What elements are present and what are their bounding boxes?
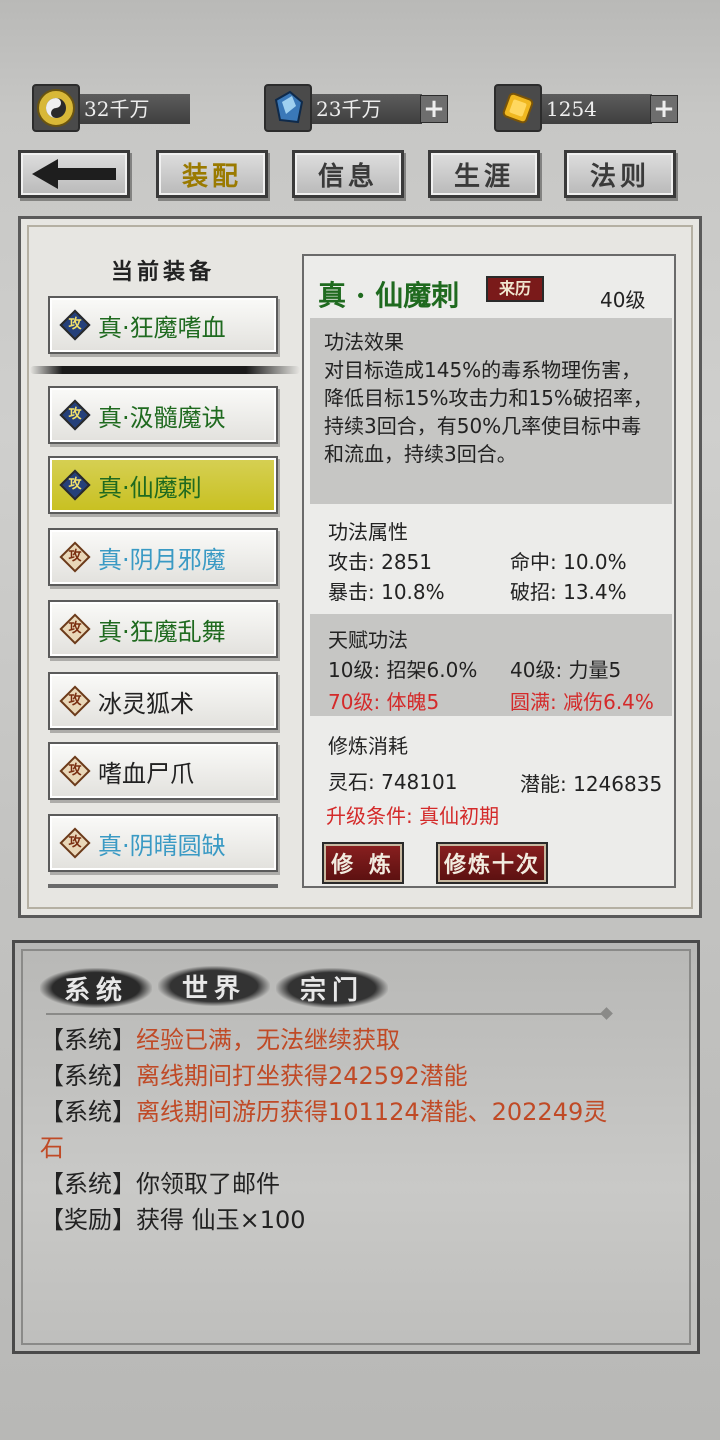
equip-list-title: 当前装备 <box>110 259 215 285</box>
add-gold-button[interactable]: + <box>650 95 678 123</box>
tab-equip[interactable]: 装配 <box>156 150 268 198</box>
attack-badge-icon: 攻 <box>59 541 91 573</box>
chat-tag: 【系统】 <box>40 1026 136 1054</box>
tab-career[interactable]: 生涯 <box>428 150 540 198</box>
equip-item[interactable]: 攻嗜血尸爪 <box>48 742 278 800</box>
chat-message: 【系统】经验已满，无法继续获取 <box>40 1020 400 1055</box>
chat-text: 你领取了邮件 <box>136 1170 280 1198</box>
talent-40: 40级: 力量5 <box>510 658 622 682</box>
currency-value-crystal: 23千万 <box>308 94 422 124</box>
skill-detail: 真 · 仙魔刺 来历 40级 功法效果 对目标造成145%的毒系物理伤害， 降低… <box>302 254 676 888</box>
chat-tag: 【系统】 <box>40 1062 136 1090</box>
chat-tab-sect[interactable]: 宗门 <box>276 968 388 1008</box>
cost-spirit-stone: 灵石: 748101 <box>328 770 458 794</box>
attack-badge-icon: 攻 <box>59 755 91 787</box>
equip-item-label: 真·仙魔刺 <box>98 473 202 502</box>
currency-bar: 32千万 23千万 + 1254 + <box>0 80 720 136</box>
equip-item[interactable]: 攻真·阴月邪魔 <box>48 528 278 586</box>
bagua-icon <box>32 84 80 132</box>
add-crystal-button[interactable]: + <box>420 95 448 123</box>
chat-message: 【系统】离线期间打坐获得242592潜能 <box>40 1056 468 1091</box>
chat-tab-system[interactable]: 系统 <box>40 968 152 1008</box>
effect-line-2: 降低目标15%攻击力和15%破招率， <box>324 386 653 410</box>
crystal-icon <box>264 84 312 132</box>
equip-item-label: 真·狂魔乱舞 <box>98 617 226 646</box>
attack-badge-icon: 攻 <box>59 827 91 859</box>
chat-tag: 【奖励】 <box>40 1206 136 1234</box>
currency-value-gold: 1254 <box>538 94 652 124</box>
talent-title: 天赋功法 <box>328 628 408 652</box>
equip-item-label: 真·阴晴圆缺 <box>98 831 226 860</box>
attack-badge-icon: 攻 <box>59 309 91 341</box>
attr-attack: 攻击: 2851 <box>328 550 432 574</box>
origin-button[interactable]: 来历 <box>486 276 544 302</box>
equip-item-label: 冰灵狐术 <box>98 689 194 718</box>
equip-item-label: 嗜血尸爪 <box>98 759 194 788</box>
equip-item[interactable]: 攻真·狂魔乱舞 <box>48 600 278 658</box>
chat-text: 获得 仙玉×100 <box>136 1206 306 1234</box>
effect-title: 功法效果 <box>324 330 404 354</box>
chat-tab-world[interactable]: 世界 <box>158 966 270 1006</box>
skill-name: 真 · 仙魔刺 <box>318 279 460 312</box>
attr-crit: 暴击: 10.8% <box>328 580 445 604</box>
train-button[interactable]: 修 炼 <box>322 842 404 884</box>
chat-message: 【奖励】获得 仙玉×100 <box>40 1200 306 1235</box>
effect-line-1: 对目标造成145%的毒系物理伤害， <box>324 358 642 382</box>
equip-item[interactable]: 攻真·仙魔刺 <box>48 456 278 514</box>
chat-message: 【系统】你领取了邮件 <box>40 1164 280 1199</box>
chat-text: 离线期间游历获得101124潜能、202249灵 <box>136 1098 608 1126</box>
talent-full: 圆满: 减伤6.4% <box>510 690 654 714</box>
back-arrow-icon <box>32 159 116 189</box>
talent-10: 10级: 招架6.0% <box>328 658 478 682</box>
currency-value-bagua: 32千万 <box>76 94 190 124</box>
equip-item[interactable]: 攻冰灵狐术 <box>48 672 278 730</box>
equip-item[interactable]: 攻真·汲髓魔诀 <box>48 386 278 444</box>
back-button[interactable] <box>18 150 130 198</box>
attr-hit: 命中: 10.0% <box>510 550 627 574</box>
attack-badge-icon: 攻 <box>59 399 91 431</box>
equip-item-label: 真·狂魔嗜血 <box>98 313 226 342</box>
skill-level: 40级 <box>600 288 646 312</box>
cost-title: 修炼消耗 <box>328 734 408 758</box>
attack-badge-icon: 攻 <box>59 469 91 501</box>
list-bottom-edge <box>48 884 278 888</box>
chat-message: 【系统】离线期间游历获得101124潜能、202249灵 <box>40 1092 607 1127</box>
attr-title: 功法属性 <box>328 520 408 544</box>
attr-break: 破招: 13.4% <box>510 580 627 604</box>
equip-item-label: 真·阴月邪魔 <box>98 545 226 574</box>
effect-line-3: 持续3回合，有50%几率使目标中毒 <box>324 414 642 438</box>
chat-text: 经验已满，无法继续获取 <box>136 1026 400 1054</box>
equip-item-label: 真·汲髓魔诀 <box>98 403 226 432</box>
train-ten-button[interactable]: 修炼十次 <box>436 842 548 884</box>
effect-line-4: 和流血，持续3回合。 <box>324 442 517 466</box>
equip-item[interactable]: 攻真·狂魔嗜血 <box>48 296 278 354</box>
attack-badge-icon: 攻 <box>59 613 91 645</box>
chat-tag: 【系统】 <box>40 1098 136 1126</box>
tab-info[interactable]: 信息 <box>292 150 404 198</box>
chat-text: 离线期间打坐获得242592潜能 <box>136 1062 468 1090</box>
chat-divider <box>46 1013 606 1015</box>
chat-inner-frame <box>21 949 691 1345</box>
equip-item[interactable]: 攻真·阴晴圆缺 <box>48 814 278 872</box>
upgrade-condition: 升级条件: 真仙初期 <box>326 804 500 828</box>
chat-tag: 【系统】 <box>40 1170 136 1198</box>
tab-rules[interactable]: 法则 <box>564 150 676 198</box>
attack-badge-icon: 攻 <box>59 685 91 717</box>
gold-ingot-icon <box>494 84 542 132</box>
chat-text-wrap: 石 <box>40 1134 64 1162</box>
brush-divider <box>30 366 300 374</box>
cost-potential: 潜能: 1246835 <box>520 772 663 796</box>
talent-70: 70级: 体魄5 <box>328 690 440 714</box>
